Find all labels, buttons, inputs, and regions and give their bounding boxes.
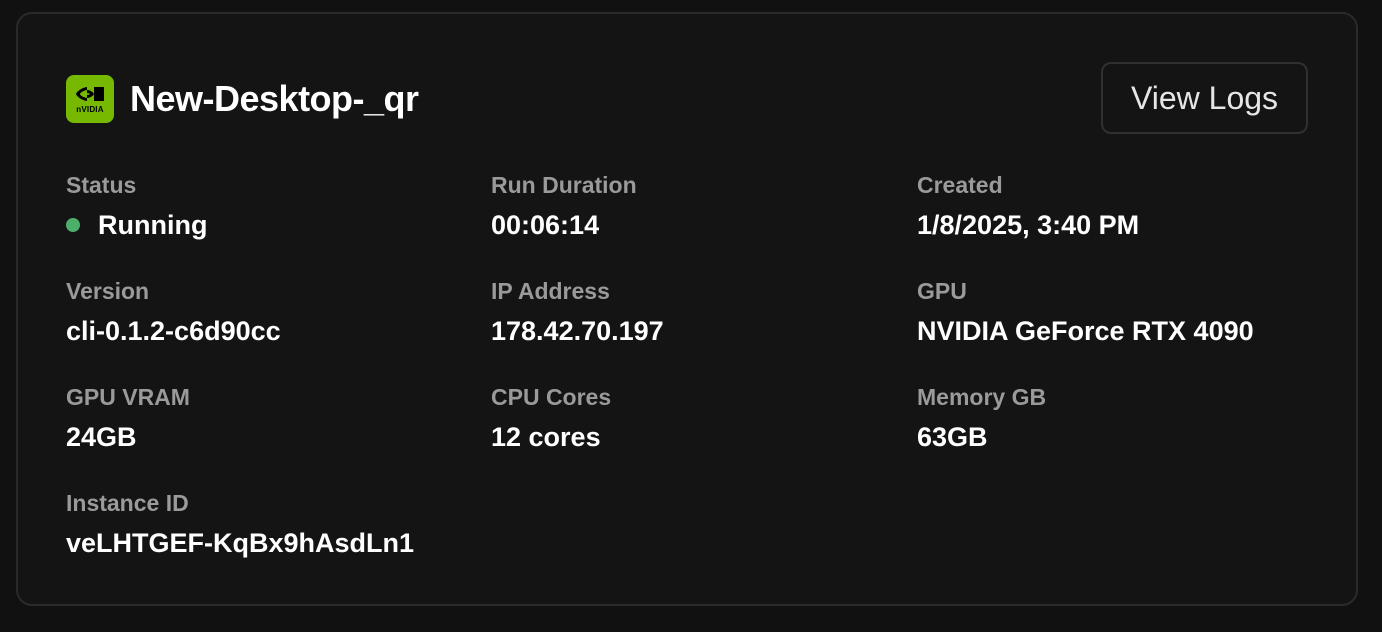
view-logs-button[interactable]: View Logs [1101,62,1308,134]
version-label: Version [66,278,150,304]
field-created: Created 1/8/2025, 3:40 PM [917,170,1337,242]
run-duration-value: 00:06:14 [491,210,600,240]
field-instance-id: Instance ID veLHTGEF-KqBx9hAsdLn1 [66,488,666,560]
gpu-vram-label: GPU VRAM [66,384,190,410]
instance-id-value[interactable]: veLHTGEF-KqBx9hAsdLn1 [66,526,666,560]
status-label: Status [66,172,137,198]
status-dot-icon [66,218,80,232]
field-version: Version cli-0.1.2-c6d90cc [66,276,486,348]
cpu-cores-value: 12 cores [491,422,601,452]
status-value: Running [66,208,486,242]
field-run-duration: Run Duration 00:06:14 [491,170,911,242]
ip-address-value: 178.42.70.197 [491,316,664,346]
created-label: Created [917,172,1003,198]
created-value: 1/8/2025, 3:40 PM [917,210,1140,240]
field-ip-address: IP Address 178.42.70.197 [491,276,911,348]
memory-gb-value: 63GB [917,422,988,452]
instance-id-label: Instance ID [66,490,189,516]
memory-gb-label: Memory GB [917,384,1047,410]
status-text: Running [98,210,208,240]
field-gpu-vram: GPU VRAM 24GB [66,382,486,454]
gpu-vram-value: 24GB [66,422,137,452]
instance-card: nVIDIA New-Desktop-_qr View Logs Status … [16,12,1358,606]
logo-text: nVIDIA [76,105,104,114]
nvidia-logo-icon: nVIDIA [66,75,114,123]
field-cpu-cores: CPU Cores 12 cores [491,382,911,454]
ip-address-label: IP Address [491,278,610,304]
version-value: cli-0.1.2-c6d90cc [66,316,281,346]
field-status: Status Running [66,170,486,242]
gpu-label: GPU [917,278,967,304]
gpu-value: NVIDIA GeForce RTX 4090 [917,316,1254,346]
field-memory-gb: Memory GB 63GB [917,382,1337,454]
card-header: nVIDIA New-Desktop-_qr [66,74,419,124]
instance-title: New-Desktop-_qr [130,78,419,119]
cpu-cores-label: CPU Cores [491,384,612,410]
run-duration-label: Run Duration [491,172,637,198]
field-gpu: GPU NVIDIA GeForce RTX 4090 [917,276,1337,348]
